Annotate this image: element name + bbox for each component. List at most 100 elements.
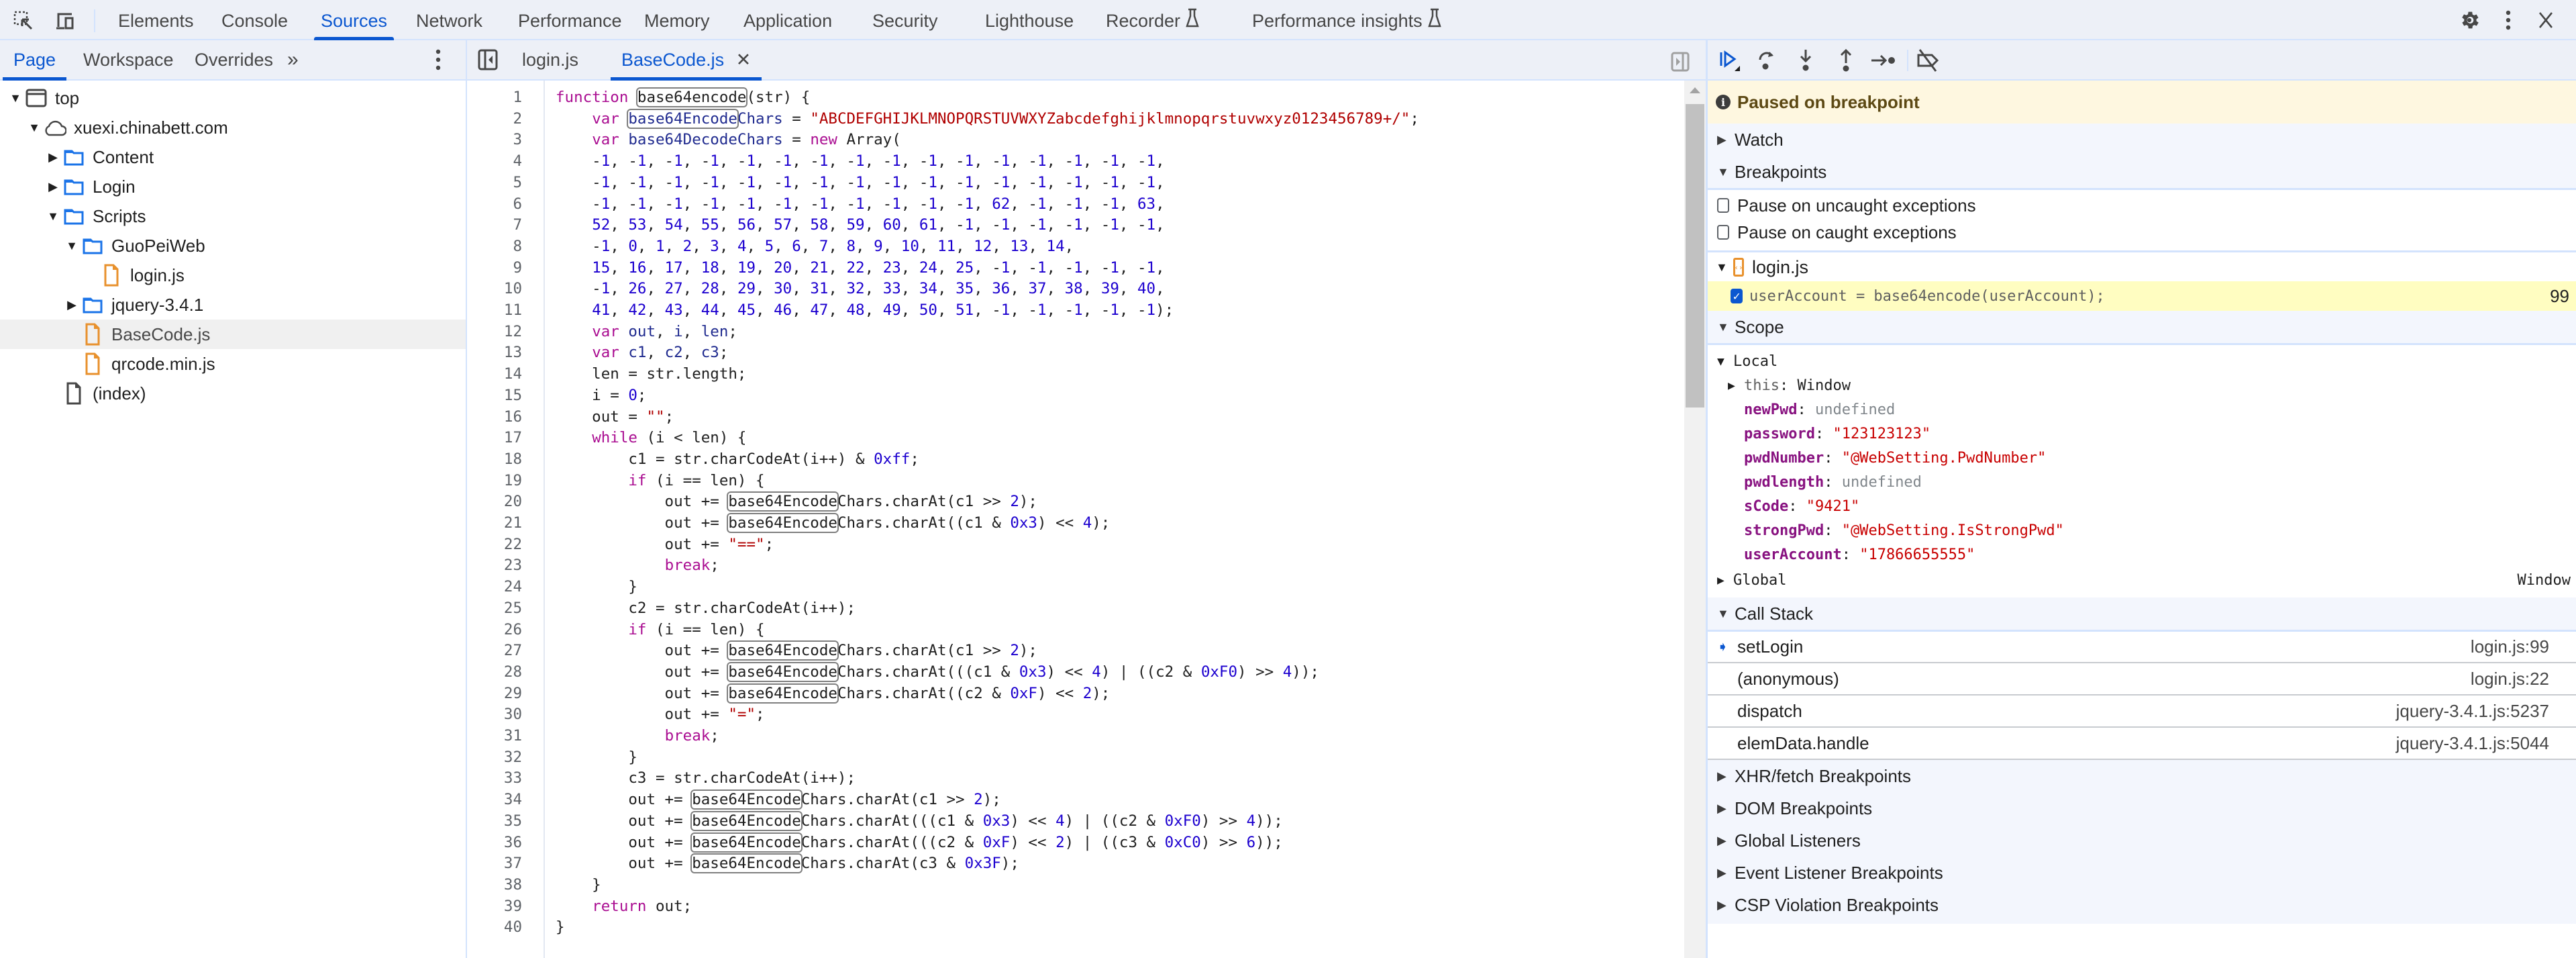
section-breakpoints[interactable]: ▼ Breakpoints — [1708, 156, 2576, 188]
tree-item[interactable]: login.js — [0, 260, 466, 290]
line-number[interactable]: 9 — [467, 258, 522, 279]
collapse-arrow-icon[interactable]: ▼ — [66, 239, 78, 253]
code-line[interactable]: 27 out += base64EncodeChars.charAt(c1 >>… — [467, 640, 1684, 662]
code-line[interactable]: 23 break; — [467, 555, 1684, 577]
expand-arrow-icon[interactable]: ▶ — [66, 298, 78, 312]
tab-elements[interactable]: Elements — [118, 0, 194, 40]
line-number[interactable]: 2 — [467, 109, 522, 130]
tree-item[interactable]: qrcode.min.js — [0, 349, 466, 379]
line-number[interactable]: 31 — [467, 726, 522, 747]
call-stack-frame[interactable]: dispatch jquery-3.4.1.js:5237 — [1708, 696, 2576, 728]
scope-variable[interactable]: userAccount: "17866655555" — [1708, 542, 2576, 567]
line-number[interactable]: 13 — [467, 342, 522, 364]
tree-item[interactable]: ▶ Login — [0, 172, 466, 201]
line-number[interactable]: 27 — [467, 640, 522, 662]
code-line[interactable]: 36 out += base64EncodeChars.charAt(((c2 … — [467, 832, 1684, 854]
code-line[interactable]: 6 -1, -1, -1, -1, -1, -1, -1, -1, -1, -1… — [467, 194, 1684, 215]
line-number[interactable]: 35 — [467, 811, 522, 832]
frame-location[interactable]: jquery-3.4.1.js:5237 — [2396, 701, 2549, 722]
code-line[interactable]: 33 c3 = str.charCodeAt(i++); — [467, 768, 1684, 789]
section-call-stack[interactable]: ▼ Call Stack — [1708, 597, 2576, 630]
code-line[interactable]: 7 52, 53, 54, 55, 56, 57, 58, 59, 60, 61… — [467, 215, 1684, 236]
code-line[interactable]: 18 c1 = str.charCodeAt(i++) & 0xff; — [467, 449, 1684, 471]
scope-global[interactable]: ▶ Global Window — [1708, 568, 2576, 592]
code-line[interactable]: 9 15, 16, 17, 18, 19, 20, 21, 22, 23, 24… — [467, 258, 1684, 279]
section-csp-violation-breakpoints[interactable]: ▶ CSP Violation Breakpoints — [1708, 889, 2576, 921]
tree-item[interactable]: BaseCode.js — [0, 320, 466, 349]
tab-application[interactable]: Application — [743, 0, 832, 40]
step-into-icon[interactable] — [1792, 47, 1820, 74]
section-xhr-breakpoints[interactable]: ▶ XHR/fetch Breakpoints — [1708, 760, 2576, 792]
code-line[interactable]: 10 -1, 26, 27, 28, 29, 30, 31, 32, 33, 3… — [467, 279, 1684, 300]
code-line[interactable]: 26 if (i == len) { — [467, 620, 1684, 641]
line-number[interactable]: 24 — [467, 577, 522, 598]
line-number[interactable]: 33 — [467, 768, 522, 789]
line-number[interactable]: 39 — [467, 896, 522, 918]
close-icon[interactable] — [2534, 8, 2558, 32]
scope-variable[interactable]: pwdNumber: "@WebSetting.PwdNumber" — [1708, 446, 2576, 470]
more-vert-icon[interactable] — [2496, 8, 2520, 32]
frame-location[interactable]: login.js:22 — [2471, 669, 2549, 689]
scope-variable[interactable]: pwdlength: undefined — [1708, 470, 2576, 494]
line-number[interactable]: 11 — [467, 300, 522, 322]
section-dom-breakpoints[interactable]: ▶ DOM Breakpoints — [1708, 792, 2576, 824]
code-line[interactable]: 32 } — [467, 747, 1684, 769]
tab-performance[interactable]: Performance — [518, 0, 622, 40]
editor-tab-basecode-js[interactable]: BaseCode.js ✕ — [610, 40, 762, 81]
line-number[interactable]: 17 — [467, 428, 522, 449]
line-number[interactable]: 16 — [467, 407, 522, 428]
tab-console[interactable]: Console — [221, 0, 288, 40]
line-number[interactable]: 36 — [467, 832, 522, 854]
section-event-listener-breakpoints[interactable]: ▶ Event Listener Breakpoints — [1708, 857, 2576, 889]
section-watch[interactable]: ▶ Watch — [1708, 124, 2576, 156]
pause-caught-checkbox[interactable] — [1717, 225, 1729, 240]
step-over-icon[interactable] — [1753, 47, 1781, 74]
pause-uncaught-row[interactable]: Pause on uncaught exceptions — [1708, 192, 2576, 219]
scope-variable[interactable]: newPwd: undefined — [1708, 397, 2576, 422]
code-line[interactable]: 24 } — [467, 577, 1684, 598]
line-number[interactable]: 12 — [467, 322, 522, 343]
code-line[interactable]: 4 -1, -1, -1, -1, -1, -1, -1, -1, -1, -1… — [467, 151, 1684, 173]
scope-local[interactable]: ▼ Local — [1708, 349, 2576, 373]
code-line[interactable]: 30 out += "="; — [467, 704, 1684, 726]
line-number[interactable]: 15 — [467, 385, 522, 407]
close-tab-icon[interactable]: ✕ — [736, 50, 752, 70]
code-line[interactable]: 17 while (i < len) { — [467, 428, 1684, 449]
scope-this[interactable]: ▶ this: Window — [1708, 373, 2576, 397]
code-line[interactable]: 22 out += "=="; — [467, 534, 1684, 556]
tab-page[interactable]: Page — [2, 40, 67, 81]
tab-recorder[interactable]: Recorder — [1106, 0, 1199, 40]
breakpoint-file-row[interactable]: ▼ ‹› login.js — [1708, 253, 2576, 281]
code-line[interactable]: 20 out += base64EncodeChars.charAt(c1 >>… — [467, 491, 1684, 513]
line-number[interactable]: 21 — [467, 513, 522, 534]
tree-item[interactable]: ▶ Content — [0, 142, 466, 172]
expand-arrow-icon[interactable]: ▶ — [47, 180, 59, 194]
line-number[interactable]: 28 — [467, 662, 522, 683]
inspect-element-icon[interactable] — [12, 9, 35, 32]
frame-location[interactable]: login.js:99 — [2471, 636, 2549, 657]
code-line[interactable]: 14 len = str.length; — [467, 364, 1684, 385]
scope-variable[interactable]: sCode: "9421" — [1708, 494, 2576, 518]
editor-tab-login-js[interactable]: login.js — [522, 40, 578, 79]
line-number[interactable]: 25 — [467, 598, 522, 620]
code-line[interactable]: 8 -1, 0, 1, 2, 3, 4, 5, 6, 7, 8, 9, 10, … — [467, 236, 1684, 258]
code-line[interactable]: 40} — [467, 917, 1684, 939]
code-line[interactable]: 12 var out, i, len; — [467, 322, 1684, 343]
line-number[interactable]: 30 — [467, 704, 522, 726]
line-number[interactable]: 23 — [467, 555, 522, 577]
code-line[interactable]: 35 out += base64EncodeChars.charAt(((c1 … — [467, 810, 1684, 832]
tab-security[interactable]: Security — [872, 0, 938, 40]
scope-variable[interactable]: strongPwd: "@WebSetting.IsStrongPwd" — [1708, 518, 2576, 542]
collapse-arrow-icon[interactable]: ▼ — [47, 209, 59, 224]
tab-overrides[interactable]: Overrides — [195, 40, 273, 79]
code-line[interactable]: 28 out += base64EncodeChars.charAt(((c1 … — [467, 661, 1684, 683]
code-line[interactable]: 21 out += base64EncodeChars.charAt((c1 &… — [467, 513, 1684, 534]
line-number[interactable]: 3 — [467, 130, 522, 151]
line-number[interactable]: 1 — [467, 87, 522, 109]
tab-sources[interactable]: Sources — [313, 0, 395, 40]
line-number[interactable]: 18 — [467, 449, 522, 471]
scroll-up-arrow-icon[interactable] — [1690, 87, 1700, 93]
line-number[interactable]: 19 — [467, 471, 522, 492]
line-number[interactable]: 4 — [467, 151, 522, 173]
deactivate-breakpoints-icon[interactable] — [1914, 47, 1942, 74]
